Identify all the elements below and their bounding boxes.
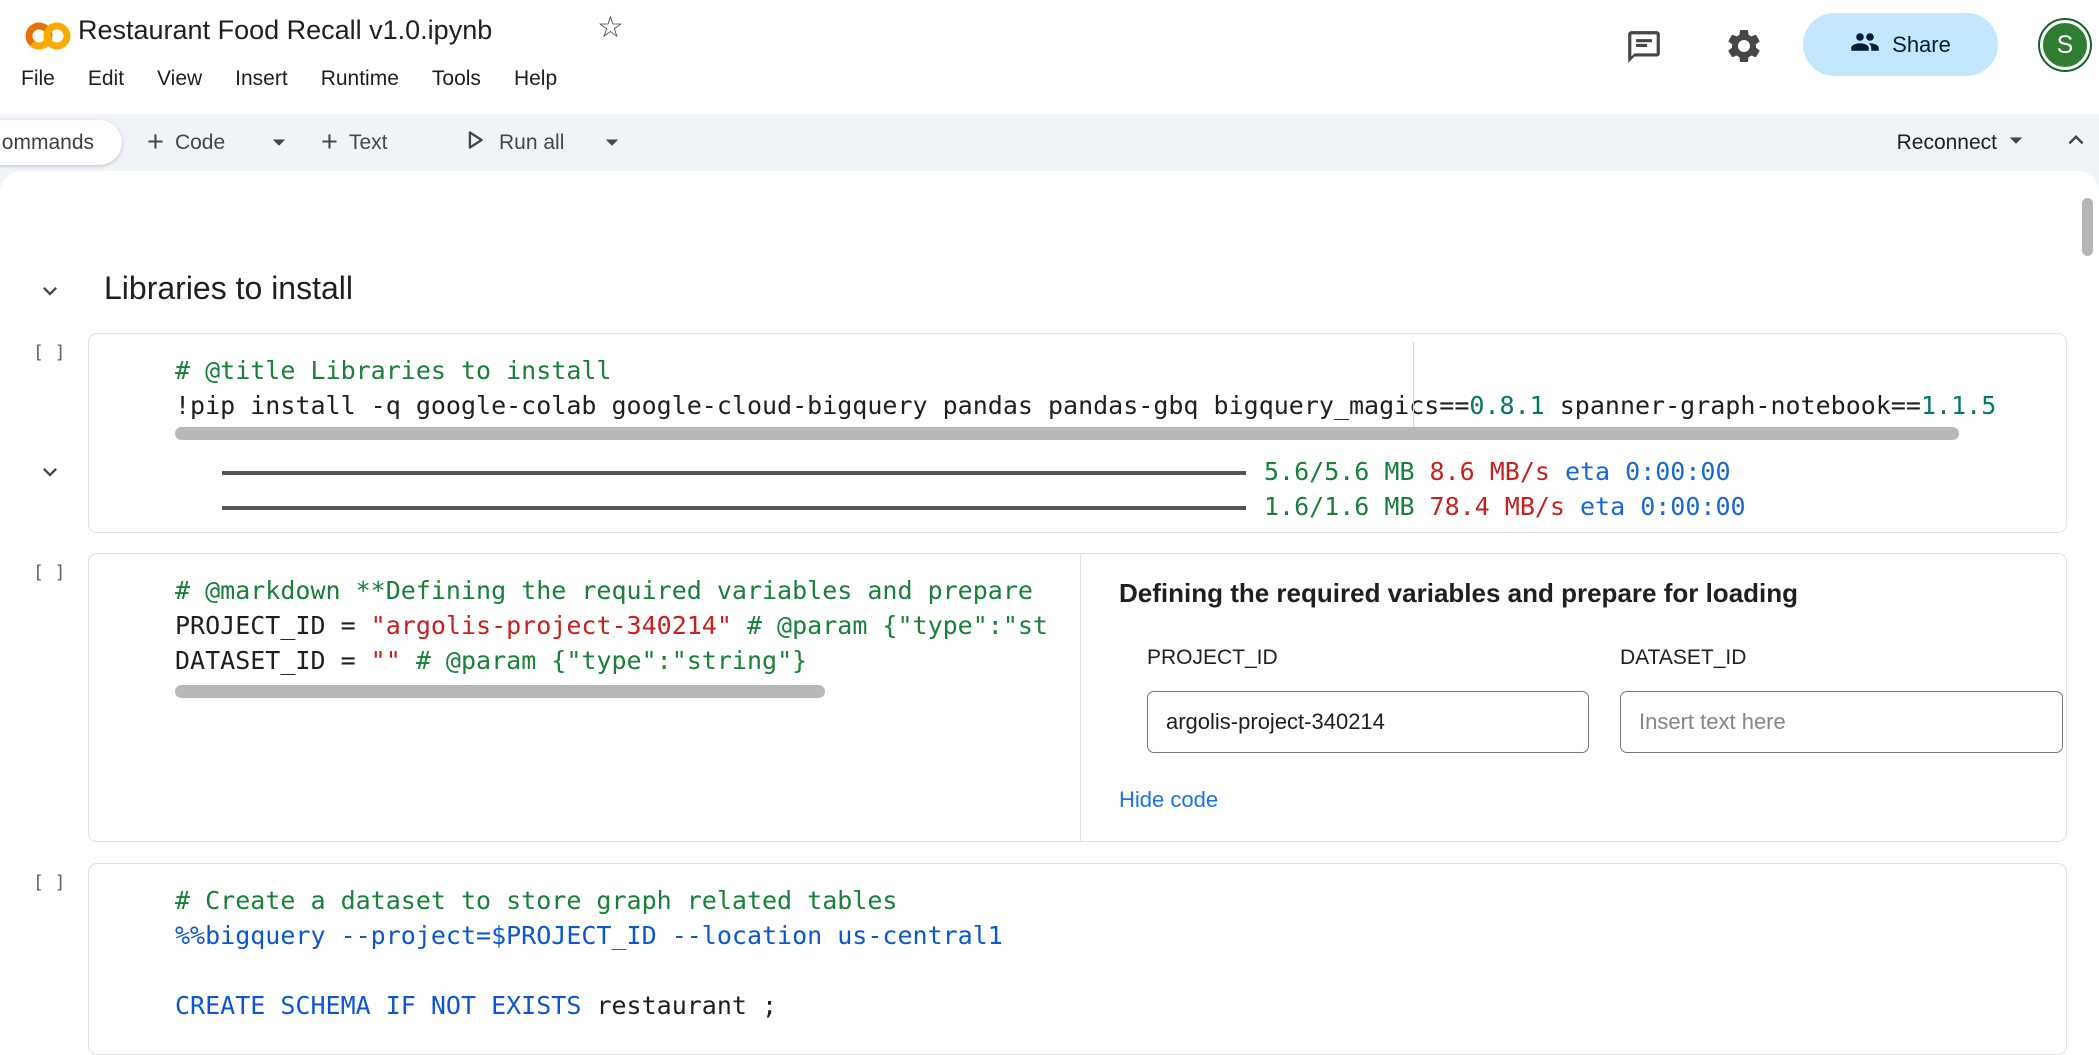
add-code-chevron-icon[interactable] [264, 127, 294, 162]
run-cell-indicator[interactable]: [ ] [33, 562, 66, 583]
code-editor[interactable]: # @title Libraries to install !pip insta… [89, 334, 2066, 423]
add-code-label: Code [175, 131, 225, 155]
project-id-input[interactable] [1147, 691, 1589, 753]
code-magic: %%bigquery --project=$PROJECT_ID --locat… [175, 921, 1003, 950]
run-cell-indicator[interactable]: [ ] [33, 872, 66, 893]
plus-icon: + [147, 128, 164, 157]
section-collapse-chevron-icon[interactable] [36, 277, 64, 310]
avatar-initial: S [2057, 31, 2074, 60]
download-size: 5.6/5.6 MB [1264, 457, 1415, 486]
run-cell-indicator[interactable]: [ ] [33, 342, 66, 363]
pip-progress-line: 5.6/5.6 MB 8.6 MB/s eta 0:00:00 [222, 454, 1746, 489]
output-collapse-chevron-icon[interactable] [36, 458, 64, 491]
code-comment: # @param {"type":"st [732, 611, 1048, 640]
code-comment: # @title Libraries to install [175, 356, 612, 385]
colab-window: Restaurant Food Recall v1.0.ipynb ☆ File… [0, 0, 2099, 1055]
form-title: Defining the required variables and prep… [1119, 578, 1798, 609]
menu-insert[interactable]: Insert [235, 67, 288, 91]
code-string: "argolis-project-340214" [371, 611, 732, 640]
code-text: DATASET_ID = [175, 646, 371, 675]
add-code-button[interactable]: + Code [147, 114, 225, 171]
header: Restaurant Food Recall v1.0.ipynb ☆ File… [0, 0, 2099, 114]
reconnect-chevron-icon[interactable] [2001, 125, 2031, 160]
menubar: File Edit View Insert Runtime Tools Help [21, 67, 557, 91]
column-ruler [1413, 342, 1414, 432]
run-all-button[interactable]: Run all [460, 114, 564, 171]
menu-help[interactable]: Help [514, 67, 557, 91]
settings-gear-icon[interactable] [1724, 26, 1764, 71]
code-text: restaurant ; [581, 991, 777, 1020]
pip-progress-line: 1.6/1.6 MB 78.4 MB/s eta 0:00:00 [222, 489, 1746, 524]
run-all-chevron-icon[interactable] [597, 127, 627, 162]
download-eta: eta 0:00:00 [1565, 457, 1731, 486]
horizontal-scrollbar[interactable] [175, 685, 825, 698]
progress-bar [222, 506, 1246, 510]
toolbar: ommands + Code + Text Run all Reconnect [0, 114, 2099, 171]
menu-tools[interactable]: Tools [432, 67, 481, 91]
play-icon [460, 126, 488, 160]
code-number: 0.8.1 [1469, 391, 1544, 420]
notebook-title[interactable]: Restaurant Food Recall v1.0.ipynb [78, 13, 492, 47]
download-speed: 78.4 MB/s [1430, 492, 1565, 521]
code-comment: # @param {"type":"string"} [401, 646, 807, 675]
menu-runtime[interactable]: Runtime [321, 67, 399, 91]
code-comment: # @markdown **Defining the required vari… [175, 576, 1033, 605]
horizontal-scrollbar[interactable] [175, 427, 1959, 440]
plus-icon: + [321, 128, 338, 157]
add-text-label: Text [349, 131, 388, 155]
menu-file[interactable]: File [21, 67, 55, 91]
hide-code-link[interactable]: Hide code [1119, 787, 1218, 813]
reconnect-button[interactable]: Reconnect [1897, 131, 1997, 155]
download-speed: 8.6 MB/s [1430, 457, 1550, 486]
commands-label: ommands [2, 131, 94, 155]
dataset-id-input[interactable] [1620, 691, 2063, 753]
code-text: !pip install -q google-colab google-clou… [175, 391, 1469, 420]
project-id-label: PROJECT_ID [1147, 646, 1278, 670]
download-size: 1.6/1.6 MB [1264, 492, 1415, 521]
menu-view[interactable]: View [157, 67, 202, 91]
cell-output: 5.6/5.6 MB 8.6 MB/s eta 0:00:00 1.6/1.6 MB… [222, 454, 1746, 524]
code-string: "" [371, 646, 401, 675]
progress-bar [222, 471, 1246, 475]
people-icon [1850, 27, 1880, 63]
code-cell-pip-install: # @title Libraries to install !pip insta… [88, 333, 2067, 533]
sql-keywords: CREATE SCHEMA IF NOT EXISTS [175, 991, 581, 1020]
code-editor[interactable]: # Create a dataset to store graph relate… [89, 864, 2066, 1023]
code-text: spanner-graph-notebook== [1545, 391, 1921, 420]
download-eta: eta 0:00:00 [1580, 492, 1746, 521]
section-title[interactable]: Libraries to install [104, 270, 353, 307]
menu-edit[interactable]: Edit [88, 67, 124, 91]
collapse-toolbar-chevron-up-icon[interactable] [2061, 125, 2091, 160]
add-text-button[interactable]: + Text [321, 114, 387, 171]
run-all-label: Run all [499, 131, 564, 155]
commands-button[interactable]: ommands [0, 120, 122, 165]
code-cell-params-form: # @markdown **Defining the required vari… [88, 553, 2067, 842]
star-icon[interactable]: ☆ [597, 10, 624, 45]
colab-logo-icon[interactable] [24, 14, 72, 59]
code-form-divider [1080, 554, 1081, 841]
code-comment: # Create a dataset to store graph relate… [175, 886, 897, 915]
code-number: 1.1.5 [1921, 391, 1996, 420]
code-cell-create-schema: # Create a dataset to store graph relate… [88, 863, 2067, 1055]
code-text: PROJECT_ID = [175, 611, 371, 640]
comment-icon[interactable] [1625, 28, 1663, 71]
share-label: Share [1892, 32, 1951, 58]
toolbar-right: Reconnect [1897, 114, 2091, 171]
dataset-id-label: DATASET_ID [1620, 646, 1746, 670]
vertical-scrollbar[interactable] [2082, 198, 2093, 256]
share-button[interactable]: Share [1803, 13, 1998, 76]
code-editor[interactable]: # @markdown **Defining the required vari… [89, 554, 2066, 678]
avatar[interactable]: S [2040, 20, 2090, 70]
